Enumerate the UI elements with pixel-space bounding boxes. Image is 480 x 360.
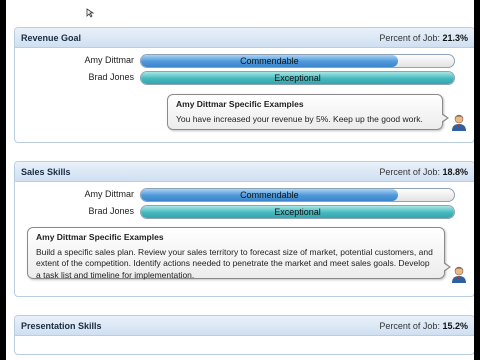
rating-label: Exceptional [274,73,321,83]
employee-name: Amy Dittmar [84,189,135,199]
section-presentation-skills: Presentation Skills Percent of Job: 15.2… [14,315,474,355]
section-sales-skills: Sales Skills Percent of Job: 18.8% Amy D… [14,161,474,297]
rating-bar: Commendable [140,188,455,202]
rating-bar: Commendable [140,54,455,68]
employee-name: Amy Dittmar [84,55,135,65]
rating-row: Amy Dittmar Commendable [15,188,474,202]
person-avatar-icon [451,114,467,132]
percent-of-job: Percent of Job: 18.8% [379,167,468,177]
bubble-tail [441,113,449,123]
percent-label: Percent of Job: [379,166,440,177]
rating-bar: Exceptional [140,71,455,85]
employee-name: Brad Jones [88,72,134,82]
rating-label: Commendable [240,56,299,66]
review-page: Revenue Goal Percent of Job: 21.3% Amy D… [6,0,474,360]
examples-title: Amy Dittmar Specific Examples [36,232,164,242]
bubble-tail [443,262,451,272]
rating-bar: Exceptional [140,205,455,219]
section-revenue-goal: Revenue Goal Percent of Job: 21.3% Amy D… [14,27,474,143]
examples-body: You have increased your revenue by 5%. K… [176,113,423,124]
percent-of-job: Percent of Job: 15.2% [379,321,468,331]
rating-label: Commendable [240,190,299,200]
percent-value: 15.2% [442,320,468,331]
percent-value: 18.8% [442,166,468,177]
section-header: Presentation Skills Percent of Job: 15.2… [15,316,474,336]
person-avatar-icon [451,266,467,284]
rating-row: Brad Jones Exceptional [15,71,474,85]
rating-row: Brad Jones Exceptional [15,205,474,219]
section-title: Sales Skills [21,166,71,177]
section-title: Presentation Skills [21,320,102,331]
percent-label: Percent of Job: [379,32,440,43]
section-header: Sales Skills Percent of Job: 18.8% [15,162,474,182]
examples-bubble: Amy Dittmar Specific Examples You have i… [167,94,449,130]
section-header: Revenue Goal Percent of Job: 21.3% [15,28,474,48]
rating-label: Exceptional [274,207,321,217]
section-title: Revenue Goal [21,32,82,43]
percent-of-job: Percent of Job: 21.3% [379,33,468,43]
percent-value: 21.3% [442,32,468,43]
examples-body: Build a specific sales plan. Review your… [36,246,433,280]
percent-label: Percent of Job: [379,320,440,331]
examples-bubble: Amy Dittmar Specific Examples Build a sp… [27,227,451,280]
employee-name: Brad Jones [88,206,134,216]
mouse-cursor-icon [86,8,98,20]
examples-title: Amy Dittmar Specific Examples [176,99,304,109]
rating-row: Amy Dittmar Commendable [15,54,474,68]
